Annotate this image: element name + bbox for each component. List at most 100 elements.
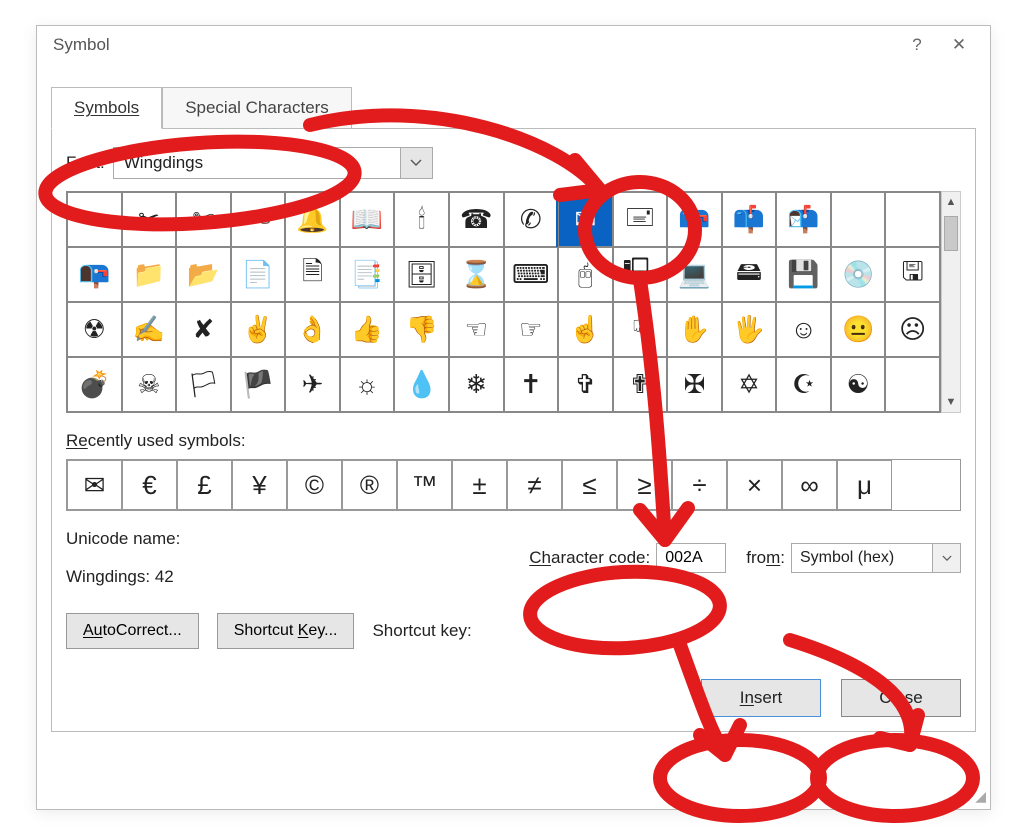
recent-symbol-cell[interactable]: ™ bbox=[397, 460, 452, 510]
symbol-cell[interactable]: 👌 bbox=[285, 302, 340, 357]
symbol-cell[interactable]: ✍ bbox=[122, 302, 177, 357]
symbol-cell[interactable] bbox=[885, 192, 940, 247]
symbol-cell[interactable]: 📄 bbox=[231, 247, 286, 302]
tab-symbols[interactable]: Symbols bbox=[51, 87, 162, 129]
autocorrect-button[interactable]: AutoCorrect... bbox=[66, 613, 199, 649]
close-window-button[interactable]: ✕ bbox=[938, 35, 980, 55]
symbol-cell[interactable]: ☢ bbox=[67, 302, 122, 357]
symbol-cell[interactable]: ✡ bbox=[722, 357, 777, 412]
symbol-cell[interactable]: 💿 bbox=[831, 247, 886, 302]
tab-symbols-label: Symbols bbox=[74, 98, 139, 117]
symbol-cell[interactable]: 👓 bbox=[231, 192, 286, 247]
recent-symbol-cell[interactable]: × bbox=[727, 460, 782, 510]
symbol-cell[interactable]: 💻 bbox=[667, 247, 722, 302]
symbol-cell[interactable]: 🔔 bbox=[285, 192, 340, 247]
symbol-cell[interactable]: ✄ bbox=[176, 192, 231, 247]
symbol-cell[interactable]: ✂ bbox=[122, 192, 177, 247]
symbol-cell[interactable]: 🏳 bbox=[176, 357, 231, 412]
shortcut-key-button[interactable]: Shortcut Key... bbox=[217, 613, 355, 649]
symbol-cell[interactable]: 🕯 bbox=[394, 192, 449, 247]
symbol-cell[interactable]: ☹ bbox=[885, 302, 940, 357]
symbol-cell[interactable]: ✉ bbox=[558, 192, 613, 247]
insert-button[interactable]: Insert bbox=[701, 679, 821, 717]
recent-symbol-cell[interactable]: © bbox=[287, 460, 342, 510]
symbols-grid[interactable]: ✏✂✄👓🔔📖🕯☎✆✉🖃📪📫📬 📭📁📂📄🗎📑🗄⌛⌨🖰🖳💻🖴💾💿🖫 ☢✍✘✌👌👍👎☜☞☝… bbox=[66, 191, 941, 413]
recent-symbol-cell[interactable]: ✉ bbox=[67, 460, 122, 510]
help-button[interactable]: ? bbox=[896, 35, 938, 55]
symbol-cell[interactable]: ⌨ bbox=[504, 247, 559, 302]
symbol-cell[interactable]: 📪 bbox=[667, 192, 722, 247]
symbol-cell[interactable]: ✘ bbox=[176, 302, 231, 357]
tab-special-characters[interactable]: Special Characters bbox=[162, 87, 352, 129]
scrollbar[interactable]: ▲ ▼ bbox=[941, 191, 961, 413]
symbol-cell[interactable]: ☠ bbox=[122, 357, 177, 412]
symbol-cell[interactable]: ☯ bbox=[831, 357, 886, 412]
symbol-cell[interactable]: 🖃 bbox=[613, 192, 668, 247]
symbol-cell[interactable]: ☺ bbox=[776, 302, 831, 357]
symbol-cell[interactable]: ✠ bbox=[667, 357, 722, 412]
symbol-cell[interactable]: ✌ bbox=[231, 302, 286, 357]
from-dropdown[interactable]: Symbol (hex) bbox=[791, 543, 961, 573]
recent-symbol-cell[interactable]: € bbox=[122, 460, 177, 510]
recent-symbols-grid[interactable]: ✉€£¥©®™±≠≤≥÷×∞μ bbox=[66, 459, 961, 511]
symbol-cell[interactable]: 📑 bbox=[340, 247, 395, 302]
recent-symbol-cell[interactable]: ≥ bbox=[617, 460, 672, 510]
symbol-cell[interactable]: ✏ bbox=[67, 192, 122, 247]
symbol-cell[interactable]: 👍 bbox=[340, 302, 395, 357]
recent-symbol-cell[interactable]: ± bbox=[452, 460, 507, 510]
symbol-cell[interactable] bbox=[831, 192, 886, 247]
symbol-cell[interactable]: 👎 bbox=[394, 302, 449, 357]
symbol-cell[interactable]: ✝ bbox=[504, 357, 559, 412]
symbol-cell[interactable]: 💾 bbox=[776, 247, 831, 302]
symbol-cell[interactable]: ☪ bbox=[776, 357, 831, 412]
scroll-thumb[interactable] bbox=[944, 216, 958, 251]
symbol-cell[interactable]: ☟ bbox=[613, 302, 668, 357]
symbol-cell[interactable]: ☞ bbox=[504, 302, 559, 357]
recent-symbol-cell[interactable]: £ bbox=[177, 460, 232, 510]
symbol-cell[interactable]: ⌛ bbox=[449, 247, 504, 302]
symbol-cell[interactable]: ✞ bbox=[558, 357, 613, 412]
symbol-cell[interactable]: ☜ bbox=[449, 302, 504, 357]
symbol-cell[interactable]: 🖫 bbox=[885, 247, 940, 302]
character-code-input[interactable] bbox=[656, 543, 726, 573]
recent-symbol-cell[interactable]: ÷ bbox=[672, 460, 727, 510]
symbol-cell[interactable]: ✋ bbox=[667, 302, 722, 357]
symbol-cell[interactable]: 📂 bbox=[176, 247, 231, 302]
symbol-cell[interactable]: 😐 bbox=[831, 302, 886, 357]
symbol-cell[interactable]: ☼ bbox=[340, 357, 395, 412]
symbol-cell[interactable]: 📖 bbox=[340, 192, 395, 247]
font-dropdown[interactable]: Wingdings bbox=[113, 147, 433, 179]
symbol-cell[interactable]: 📭 bbox=[67, 247, 122, 302]
symbol-cell[interactable]: 📬 bbox=[776, 192, 831, 247]
tab-strip: Symbols Special Characters bbox=[51, 86, 976, 128]
recent-symbol-cell[interactable]: ≠ bbox=[507, 460, 562, 510]
close-button[interactable]: Close bbox=[841, 679, 961, 717]
symbol-cell[interactable]: 🗄 bbox=[394, 247, 449, 302]
resize-grip-icon[interactable]: ◢ bbox=[975, 788, 986, 805]
symbol-cell[interactable]: 🗎 bbox=[285, 247, 340, 302]
symbol-cell[interactable]: ☝ bbox=[558, 302, 613, 357]
symbol-cell[interactable]: 🖐 bbox=[722, 302, 777, 357]
symbol-cell[interactable]: 💣 bbox=[67, 357, 122, 412]
symbol-cell[interactable]: 🏴 bbox=[231, 357, 286, 412]
symbol-cell[interactable]: 📫 bbox=[722, 192, 777, 247]
recent-symbol-cell[interactable]: μ bbox=[837, 460, 892, 510]
symbol-cell[interactable]: 💧 bbox=[394, 357, 449, 412]
symbol-cell[interactable]: ✈ bbox=[285, 357, 340, 412]
symbol-cell[interactable]: 📁 bbox=[122, 247, 177, 302]
scroll-up-icon[interactable]: ▲ bbox=[942, 192, 960, 212]
symbol-cell[interactable]: 🖳 bbox=[613, 247, 668, 302]
symbol-cell[interactable]: 🖴 bbox=[722, 247, 777, 302]
symbol-cell[interactable]: ☎ bbox=[449, 192, 504, 247]
symbol-cell[interactable] bbox=[885, 357, 940, 412]
symbol-cell[interactable]: ✆ bbox=[504, 192, 559, 247]
recent-symbol-cell[interactable]: ® bbox=[342, 460, 397, 510]
font-label: Font: bbox=[66, 153, 105, 173]
symbol-cell[interactable]: ❄ bbox=[449, 357, 504, 412]
recent-symbol-cell[interactable]: ¥ bbox=[232, 460, 287, 510]
symbol-cell[interactable]: ✟ bbox=[613, 357, 668, 412]
scroll-down-icon[interactable]: ▼ bbox=[942, 392, 960, 412]
recent-symbol-cell[interactable]: ≤ bbox=[562, 460, 617, 510]
symbol-cell[interactable]: 🖰 bbox=[558, 247, 613, 302]
recent-symbol-cell[interactable]: ∞ bbox=[782, 460, 837, 510]
